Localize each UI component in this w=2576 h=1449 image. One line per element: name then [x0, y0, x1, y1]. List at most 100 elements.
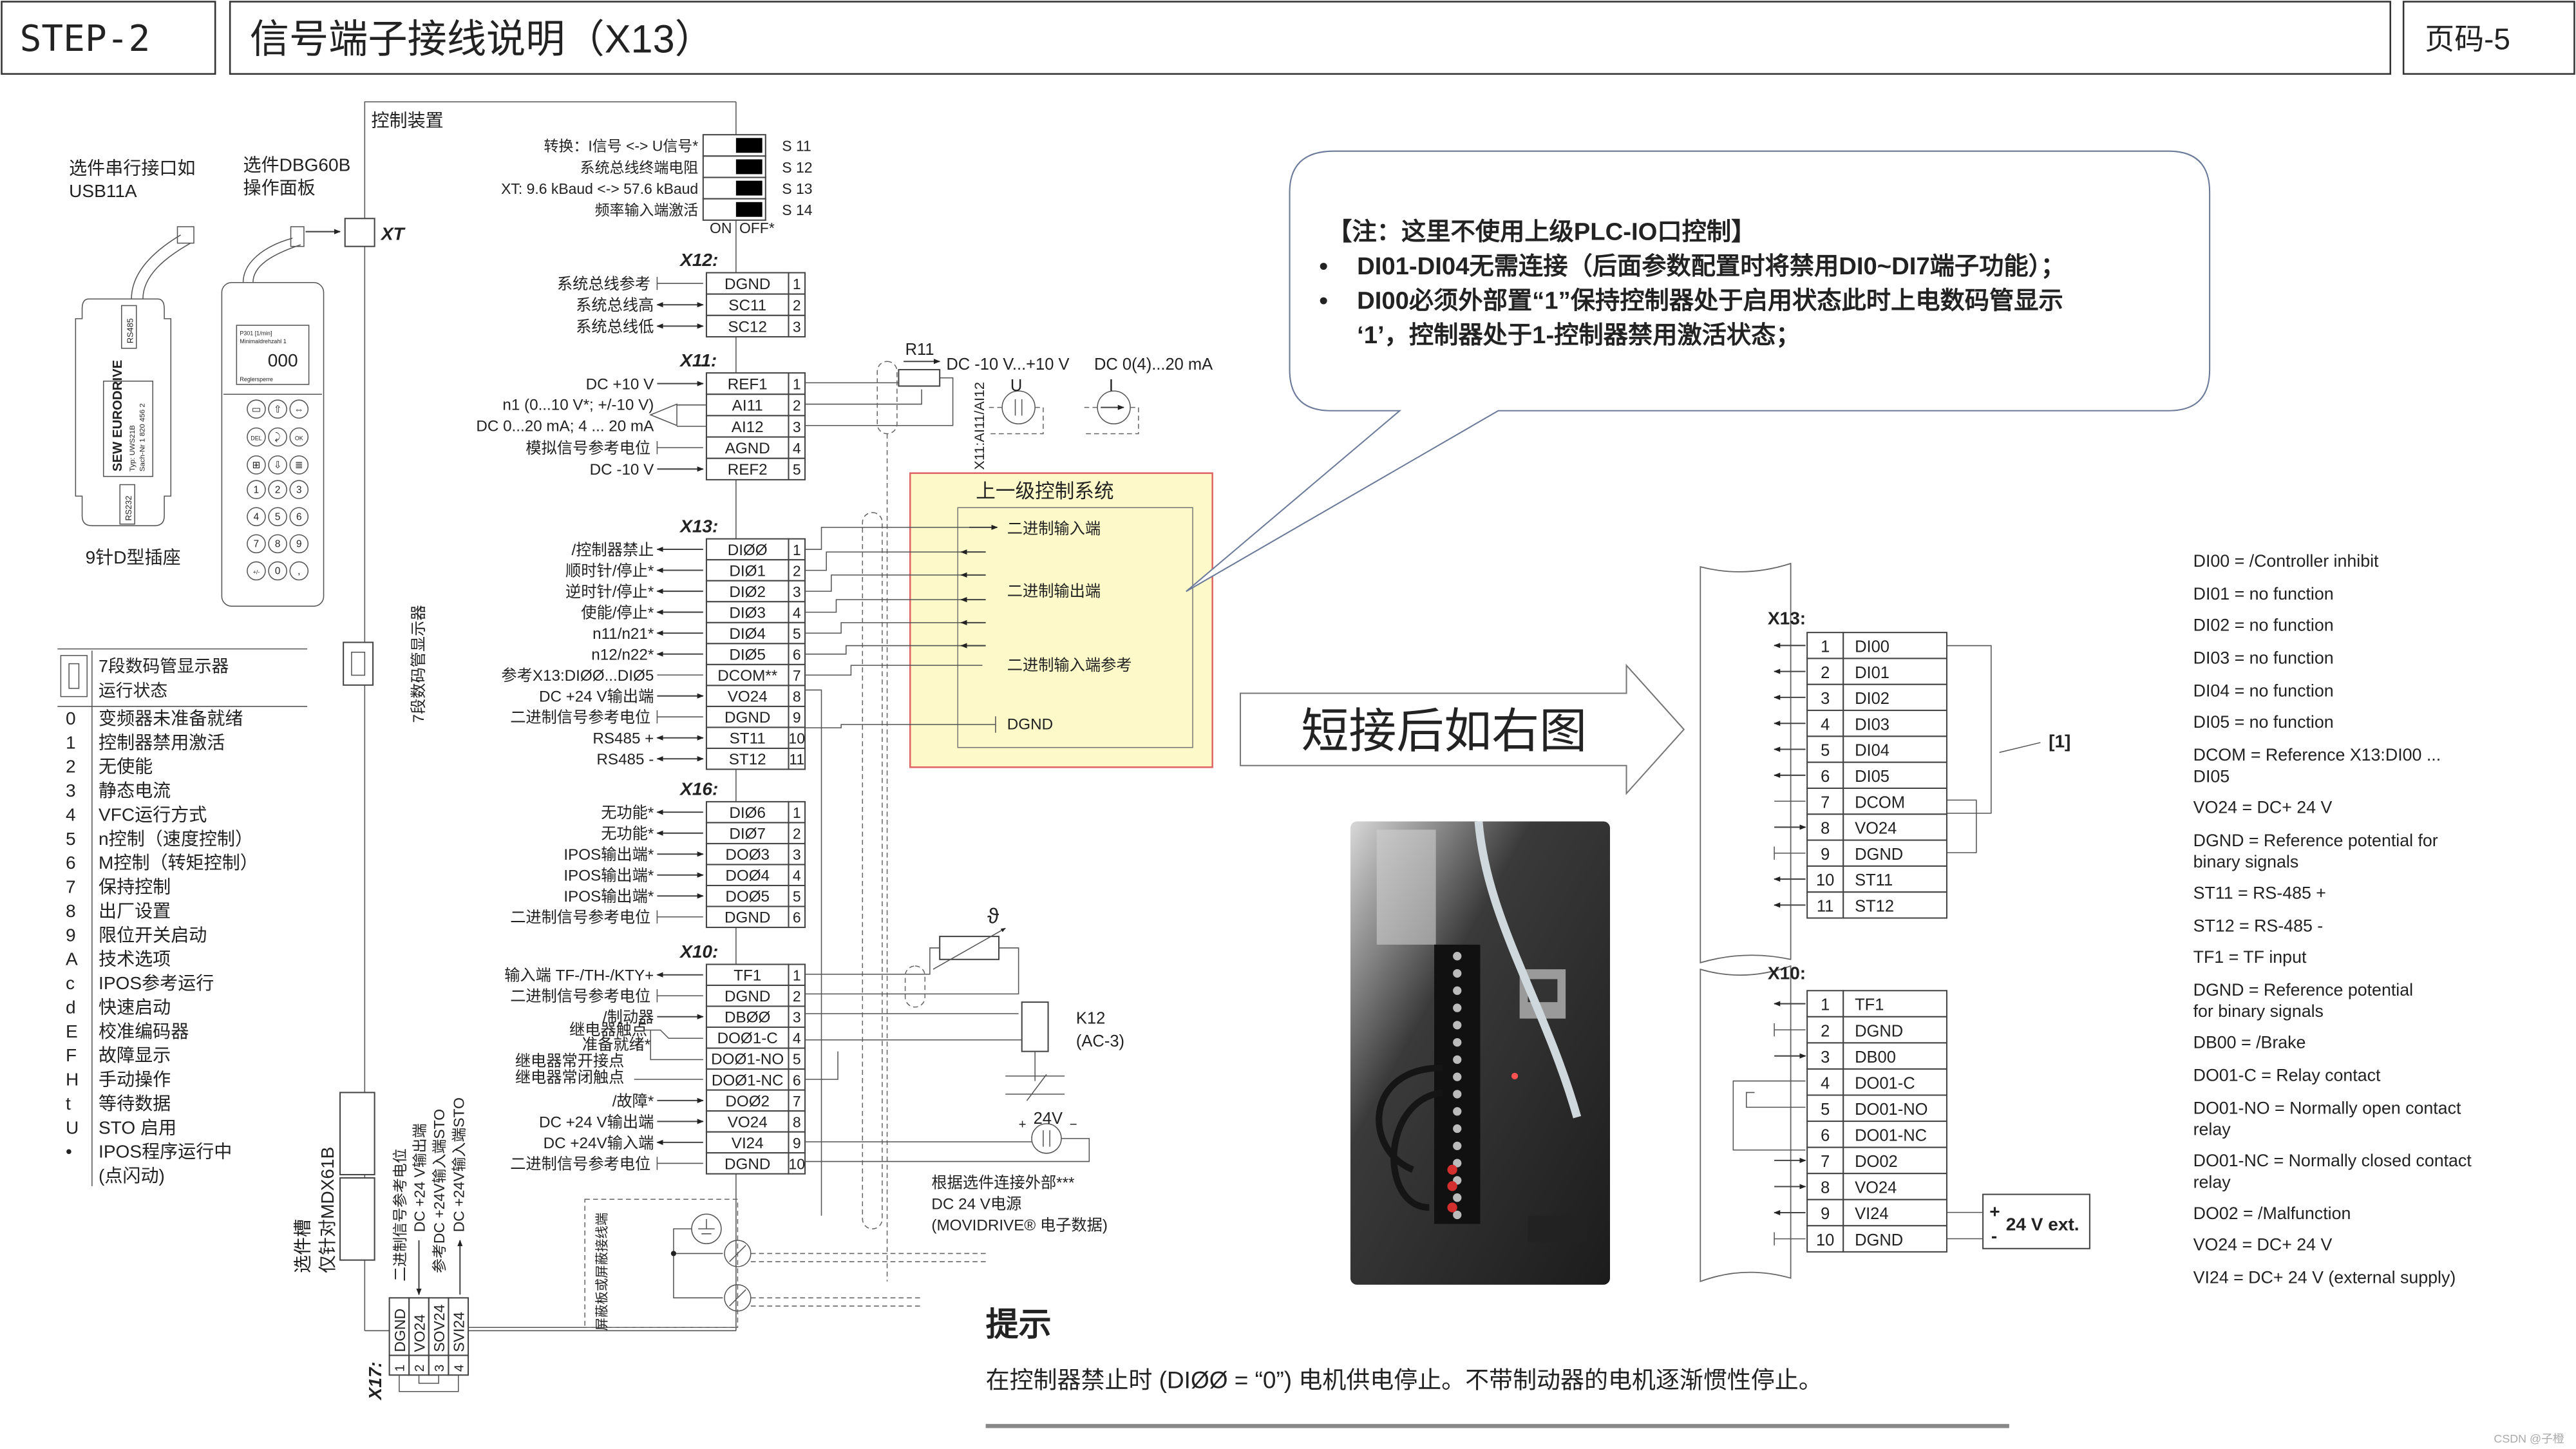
terminal-number: 7	[793, 1093, 801, 1110]
terminal-row[interactable]: DIØ7 2 无功能*	[601, 822, 806, 844]
terminal-number: 5	[793, 888, 801, 905]
terminal-number: 7	[793, 667, 801, 684]
terminal-row[interactable]: VO24 8 DC +24 V输出端	[539, 1110, 806, 1133]
terminal-row[interactable]: ST12 11 RS485 -	[596, 747, 806, 770]
terminal-row[interactable]: DIØ2 3 逆时针/停止*	[565, 580, 806, 603]
ext-minus: -	[1991, 1226, 1997, 1246]
page-title: 信号端子接线说明（X13）	[250, 17, 714, 61]
terminal-row[interactable]: SC11 2 系统总线高	[576, 293, 806, 316]
terminal-row[interactable]: DGND 9 二进制信号参考电位	[510, 705, 806, 728]
terminal-row[interactable]: DIØ6 1 无功能*	[601, 800, 806, 824]
terminal-row[interactable]: REF1 1 DC +10 V	[586, 372, 806, 395]
ext-label: 24 V ext.	[2006, 1215, 2079, 1235]
terminal-row[interactable]: DGND 10 二进制信号参考电位	[510, 1152, 806, 1175]
state-description: 保持控制	[99, 877, 171, 897]
terminal-row[interactable]: DIØ5 6 n12/n22*	[591, 643, 806, 665]
terminal-row[interactable]: DOØ4 4 IPOS输出端*	[564, 864, 806, 887]
right-terminal-row[interactable]: 11 ST12	[1774, 891, 1947, 919]
terminal-block-label: X16:	[679, 779, 718, 799]
state-description: STO 启用	[99, 1117, 176, 1137]
xt-port[interactable]	[344, 218, 375, 247]
terminal-row[interactable]: DOØ2 7/故障*	[612, 1089, 806, 1112]
right-terminal-row[interactable]: 1 DI00	[1774, 632, 1947, 659]
right-terminal-row[interactable]: 4 DO01-C	[1806, 1068, 1947, 1096]
terminal-row[interactable]: AI11 2 n1 (0...10 V*; +/-10 V)	[502, 393, 806, 417]
terminal-row[interactable]: DOØ1-C 4	[705, 1027, 806, 1049]
terminal-name: VO24	[411, 1314, 428, 1352]
right-terminal-row[interactable]: 6 DO01-NC	[1806, 1121, 1947, 1148]
terminal-number: 1	[793, 276, 801, 292]
wiring-diagram: STEP-2 信号端子接线说明（X13） 页码-5 选件串行接口如 USB11A…	[1, 1, 2575, 1445]
terminal-name: DO02	[1855, 1153, 1898, 1171]
right-terminal-row[interactable]: 4 DI03	[1774, 710, 1947, 737]
terminal-row[interactable]: DIØØ 1/控制器禁止	[571, 538, 806, 561]
right-terminal-row[interactable]: 7 DCOM	[1774, 787, 1947, 815]
terminal-row[interactable]: SC12 3 系统总线低	[576, 314, 806, 337]
terminal-name: DGND	[1855, 846, 1903, 864]
upper-control-title: 上一级控制系统	[976, 480, 1113, 502]
terminal-description: n12/n22*	[591, 647, 654, 664]
legend-item: VO24 = DC+ 24 V	[2193, 798, 2333, 817]
terminal-row[interactable]: TF1 1 输入端 TF-/TH-/KTY+	[504, 963, 806, 986]
right-terminal-row[interactable]: 1 TF1	[1774, 990, 1947, 1018]
terminal-description: 顺时针/停止*	[565, 562, 654, 580]
right-terminal-row[interactable]: 9 VI24	[1774, 1198, 1947, 1227]
legend-item: DO01-NO = Normally open contact	[2193, 1099, 2461, 1118]
right-terminal-row[interactable]: 2 DI01	[1774, 658, 1947, 685]
terminal-block-x16: X16: DIØ6 1 无功能* DIØ7 2 无功能* DOØ3 3 IPOS输出端* DOØ4 4…	[510, 779, 806, 929]
upper-dgnd-label: DGND	[1007, 716, 1053, 734]
right-terminal-row[interactable]: 10 ST11	[1774, 865, 1947, 893]
right-terminal-row[interactable]: 2 DGND	[1774, 1016, 1947, 1044]
right-terminal-row[interactable]: 8 VO24	[1774, 1173, 1947, 1200]
right-terminal-row[interactable]: 5 DO01-NO	[1806, 1094, 1947, 1122]
right-terminal-row[interactable]: 9 DGND	[1774, 839, 1947, 867]
terminal-row[interactable]: VI24 9 DC +24V输入端	[544, 1131, 806, 1154]
terminal-row[interactable]: DOØ5 5 IPOS输出端*	[564, 884, 806, 907]
legend-item: DI03 = no function	[2193, 649, 2334, 668]
keypad-key-label: 6	[296, 511, 302, 522]
terminal-row[interactable]: DOØ1-NC 6	[705, 1068, 806, 1091]
page-number: 页码-5	[2425, 23, 2510, 56]
terminal-row[interactable]: DOØ1-NO 5	[705, 1047, 806, 1070]
state-description: 限位开关启动	[99, 925, 207, 945]
terminal-row[interactable]: DOØ3 3 IPOS输出端*	[564, 842, 806, 866]
terminal-row[interactable]: DIØ3 4 使能/停止*	[581, 601, 806, 623]
terminal-description: 模拟信号参考电位	[526, 440, 650, 457]
terminal-row[interactable]: DGND 1 系统总线参考	[557, 272, 806, 295]
right-terminal-row[interactable]: 7 DO02	[1774, 1146, 1947, 1175]
terminal-description: 参考X13:DIØØ...DIØ5	[501, 667, 654, 685]
terminal-description: 参考DC +24V输入端STO	[431, 1109, 448, 1273]
keypad-key-label: 8	[275, 538, 281, 549]
terminal-number: 1	[793, 804, 801, 821]
seven-segment-icon	[60, 655, 88, 697]
keypad-key-label: ⊞	[252, 460, 261, 471]
right-terminal-row[interactable]: 10 DGND	[1774, 1225, 1947, 1253]
terminal-description: 输入端 TF-/TH-/KTY+	[504, 967, 654, 985]
terminal-row[interactable]: DIØ1 2 顺时针/停止*	[565, 559, 806, 582]
dip-switch-id: S 12	[782, 159, 812, 176]
right-terminal-row[interactable]: 8 VO24	[1774, 813, 1947, 841]
tip-section: 提示 在控制器禁止时 (DIØØ = “0”) 电机供电停止。不带制动器的电机逐…	[986, 1306, 2564, 1445]
right-terminal-row[interactable]: 3 DB00	[1774, 1042, 1947, 1070]
right-terminal-row[interactable]: 6 DI05	[1774, 761, 1947, 790]
legend-item: TF1 = TF input	[2193, 947, 2307, 967]
dip-switch-label: 转换：I信号 <-> U信号*	[544, 138, 699, 155]
terminal-row[interactable]: REF2 5 DC -10 V	[590, 457, 806, 480]
terminal-row[interactable]: DGND 2 二进制信号参考电位	[510, 984, 806, 1007]
state-code: •	[66, 1142, 72, 1162]
terminal-name: DO01-C	[1855, 1074, 1915, 1092]
dbg60b-keypad-icon: P301 [1/min] Minimaldrehzahl 1 000 Regle…	[221, 226, 341, 607]
right-terminal-row[interactable]: 3 DI02	[1774, 683, 1947, 712]
r11-label: R11	[905, 341, 934, 359]
terminal-row[interactable]: DIØ4 5 n11/n21*	[592, 621, 806, 645]
terminal-row[interactable]: DGND 6 二进制信号参考电位	[510, 905, 806, 929]
terminal-row[interactable]: ST11 10 RS485 +	[592, 726, 806, 750]
terminal-row[interactable]: DCOM** 7 参考X13:DIØØ...DIØ5	[501, 663, 806, 687]
terminal-row[interactable]: AGND 4 模拟信号参考电位	[526, 436, 806, 459]
differential-amplifier-icon	[649, 403, 677, 426]
keypad-key-label: +/-	[253, 569, 260, 576]
terminal-row[interactable]: VO24 8 DC +24 V输出端	[539, 685, 806, 707]
terminal-row[interactable]: AI12 3 DC 0...20 mA; 4 ... 20 mA	[476, 415, 806, 438]
state-code: 3	[66, 781, 76, 800]
right-terminal-row[interactable]: 5 DI04	[1774, 735, 1947, 763]
